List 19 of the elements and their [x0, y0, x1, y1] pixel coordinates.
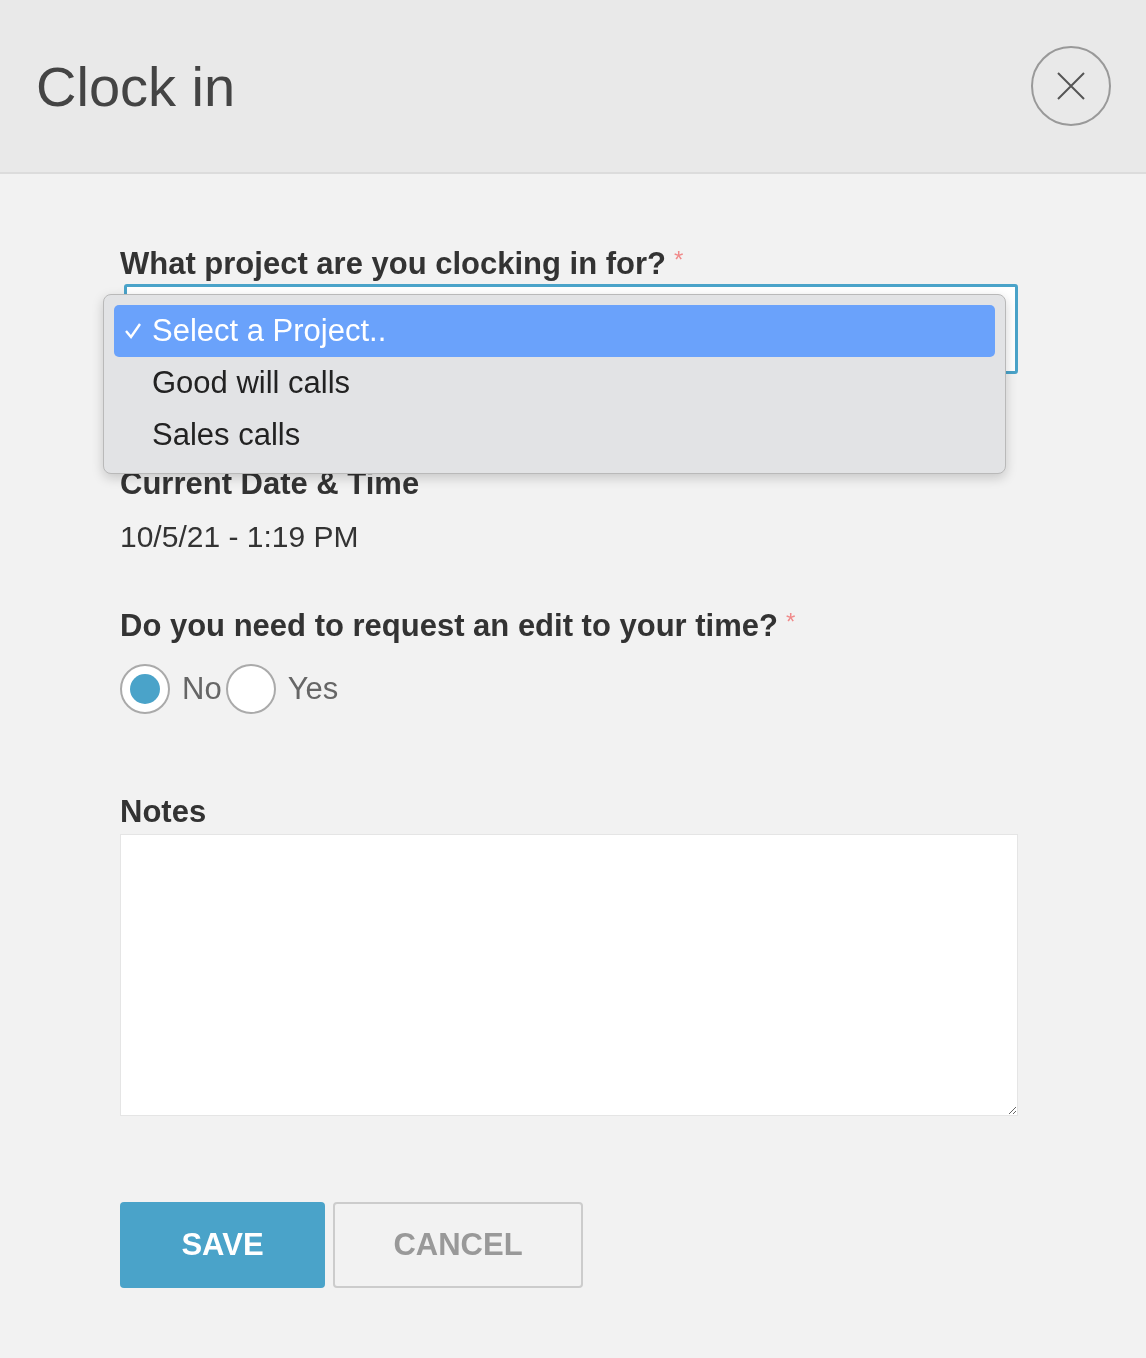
check-icon [124, 322, 142, 340]
required-mark: * [785, 608, 796, 636]
field-label: Notes [120, 794, 208, 830]
radio-label: No [182, 671, 222, 707]
dropdown-option[interactable]: Select a Project.. [114, 305, 995, 357]
date-time-value: 10/5/21 - 1:19 PM [120, 520, 360, 554]
radio-label: Yes [287, 671, 339, 707]
radio-button[interactable] [120, 664, 170, 714]
save-button[interactable]: SAVE [120, 1202, 325, 1288]
dropdown-option[interactable]: Sales calls [114, 409, 995, 461]
close-icon [1056, 71, 1086, 101]
cancel-button[interactable]: CANCEL [333, 1202, 583, 1288]
close-button[interactable] [1031, 46, 1111, 126]
dialog-title: Clock in [36, 53, 236, 119]
field-label: Do you need to request an edit to your time? [120, 608, 778, 644]
radio-button[interactable] [225, 664, 276, 714]
field-label: What project are you clocking in for? [120, 246, 666, 282]
dropdown-option[interactable]: Good will calls [114, 357, 995, 409]
required-mark: * [674, 246, 684, 274]
